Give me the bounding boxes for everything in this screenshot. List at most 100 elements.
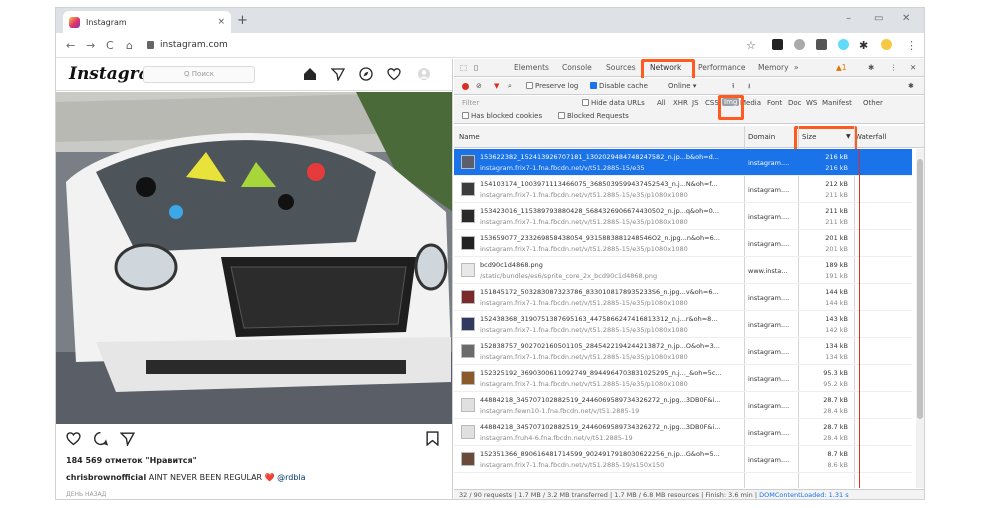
extensions-puzzle-icon[interactable]: ✱ — [859, 39, 868, 52]
settings-gear-icon[interactable]: ✱ — [868, 63, 874, 72]
export-har-icon[interactable]: ⭳ — [748, 82, 750, 93]
disable-cache-checkbox[interactable]: Disable cache — [590, 82, 648, 90]
type-filter-font[interactable]: Font — [767, 99, 782, 107]
network-settings-icon[interactable]: ✱ — [908, 82, 914, 90]
hide-data-urls-checkbox[interactable]: Hide data URLs — [582, 99, 645, 107]
extension-1-icon[interactable] — [772, 39, 783, 50]
network-status-bar: 32 / 90 requests | 1.7 MB / 3.2 MB trans… — [454, 489, 924, 499]
request-transferred-size: 216 kB — [825, 153, 848, 161]
request-row[interactable]: 152438368_3190751387695163_4475866247416… — [454, 311, 912, 338]
inspect-element-icon[interactable]: ⬚ — [460, 63, 467, 72]
address-bar[interactable]: instagram.com — [141, 36, 741, 54]
share-icon[interactable] — [120, 431, 135, 446]
preserve-log-checkbox[interactable]: Preserve log — [526, 82, 578, 90]
tab-instagram[interactable]: Instagram × — [63, 11, 231, 33]
restore-button[interactable]: ▭ — [874, 13, 883, 24]
status-summary: 32 / 90 requests | 1.7 MB / 3.2 MB trans… — [459, 491, 760, 499]
back-icon[interactable]: ← — [66, 39, 75, 52]
request-domain: instagram.... — [748, 375, 790, 383]
request-row[interactable]: 152838757_902702160501105_28454221942442… — [454, 338, 912, 365]
type-filter-xhr[interactable]: XHR — [673, 99, 688, 107]
post-photo-car[interactable] — [56, 92, 453, 424]
request-row[interactable]: 154103174_1003971113466075_3685039599437… — [454, 176, 912, 203]
request-row[interactable]: 153622382_152413926707181_13020294847482… — [454, 149, 912, 176]
search-input[interactable]: Q Поиск — [143, 66, 255, 83]
request-domain: instagram.... — [748, 159, 790, 167]
request-row[interactable]: 151845172_503283087323786_83301081789352… — [454, 284, 912, 311]
type-filter-manifest[interactable]: Manifest — [822, 99, 852, 107]
request-row[interactable]: 153423016_115389793880428_56843269066744… — [454, 203, 912, 230]
type-filter-ws[interactable]: WS — [806, 99, 817, 107]
filter-bar: Filter Hide data URLs All XHR JS CSS Img… — [454, 96, 924, 124]
save-bookmark-icon[interactable] — [425, 431, 440, 446]
forward-icon[interactable]: → — [86, 39, 95, 52]
likes-count[interactable]: 184 569 отметок "Нравится" — [66, 456, 197, 465]
request-name: 152438368_3190751387695163_4475866247416… — [480, 315, 718, 323]
type-filter-js[interactable]: JS — [692, 99, 699, 107]
close-devtools-icon[interactable]: ✕ — [910, 63, 916, 72]
new-tab-button[interactable]: + — [237, 13, 248, 28]
type-filter-all[interactable]: All — [657, 99, 666, 107]
extension-3-icon[interactable] — [816, 39, 827, 50]
search-icon[interactable]: ⌕ — [508, 82, 512, 91]
column-domain[interactable]: Domain — [748, 133, 775, 141]
clear-icon[interactable]: ⊘ — [476, 82, 482, 90]
tab-memory[interactable]: Memory — [758, 63, 789, 72]
explore-compass-icon[interactable] — [359, 67, 373, 81]
has-blocked-cookies-checkbox[interactable]: Has blocked cookies — [462, 112, 542, 120]
minimize-button[interactable]: – — [846, 13, 851, 24]
tab-performance[interactable]: Performance — [698, 63, 746, 72]
comment-icon[interactable] — [93, 431, 108, 446]
direct-send-icon[interactable] — [331, 67, 345, 81]
column-waterfall[interactable]: Waterfall — [855, 133, 886, 141]
request-row[interactable]: 153659077_233269858438054_93158838812485… — [454, 230, 912, 257]
image-thumbnail — [461, 317, 475, 331]
tab-sources[interactable]: Sources — [606, 63, 636, 72]
caption-text: AINT NEVER BEEN REGULAR ❤️ — [146, 473, 278, 482]
request-list-scrollbar[interactable] — [916, 149, 924, 488]
type-filter-other[interactable]: Other — [863, 99, 883, 107]
caption-mention[interactable]: @rdbla — [277, 473, 305, 482]
warnings-badge[interactable]: ▲1 — [836, 63, 847, 72]
tab-console[interactable]: Console — [562, 63, 592, 72]
menu-kebab-icon[interactable]: ⋮ — [906, 39, 917, 52]
devtools-menu-icon[interactable]: ⋮ — [890, 63, 898, 72]
browser-window: Instagram × + – ▭ ✕ ← → C ⌂ instagram.co… — [55, 7, 925, 500]
like-heart-icon[interactable] — [66, 431, 81, 446]
scrollbar-thumb[interactable] — [917, 159, 923, 419]
checkbox-checked-icon — [590, 82, 597, 89]
import-har-icon[interactable]: ⭱ — [732, 82, 734, 93]
device-toolbar-icon[interactable]: ▯ — [474, 63, 478, 72]
close-window-button[interactable]: ✕ — [902, 13, 910, 24]
type-filter-css[interactable]: CSS — [705, 99, 719, 107]
request-domain: instagram.... — [748, 213, 790, 221]
profile-avatar-icon[interactable] — [417, 67, 431, 81]
blocked-requests-checkbox[interactable]: Blocked Requests — [558, 112, 629, 120]
request-path: instagram.frix7-1.fna.fbcdn.net/v/t51.28… — [480, 380, 688, 388]
tab-elements[interactable]: Elements — [514, 63, 549, 72]
home-icon[interactable] — [303, 67, 317, 81]
request-row[interactable]: 152325192_3690300611092749_8944964703831… — [454, 365, 912, 392]
request-row[interactable]: 44884218_345707102882519_244606958973432… — [454, 392, 912, 419]
home-icon[interactable]: ⌂ — [126, 39, 133, 52]
filter-funnel-icon[interactable]: ▼ — [494, 82, 499, 90]
activity-heart-icon[interactable] — [387, 67, 401, 81]
request-row[interactable]: 44884218_345707102882519_244606958973432… — [454, 419, 912, 446]
profile-avatar[interactable] — [881, 39, 892, 50]
record-icon[interactable] — [462, 83, 469, 90]
reload-icon[interactable]: C — [106, 39, 114, 52]
more-tabs-icon[interactable]: » — [794, 63, 799, 72]
request-row[interactable]: bcd90c1d4868.png/static/bundles/es6/spri… — [454, 257, 912, 284]
highlight-img-filter — [718, 95, 744, 120]
request-name: bcd90c1d4868.png — [480, 261, 543, 269]
throttling-select[interactable]: Online ▾ — [668, 82, 696, 90]
caption-username[interactable]: chrisbrownofficial — [66, 473, 146, 482]
react-devtools-icon[interactable] — [838, 39, 849, 50]
filter-input[interactable]: Filter — [462, 99, 479, 107]
extension-2-icon[interactable] — [794, 39, 805, 50]
request-row[interactable]: 152351366_890616481714599_90249179180306… — [454, 446, 912, 473]
column-name[interactable]: Name — [459, 133, 480, 141]
tab-close-icon[interactable]: × — [217, 17, 225, 27]
type-filter-doc[interactable]: Doc — [788, 99, 802, 107]
bookmark-star-icon[interactable]: ☆ — [746, 39, 756, 52]
